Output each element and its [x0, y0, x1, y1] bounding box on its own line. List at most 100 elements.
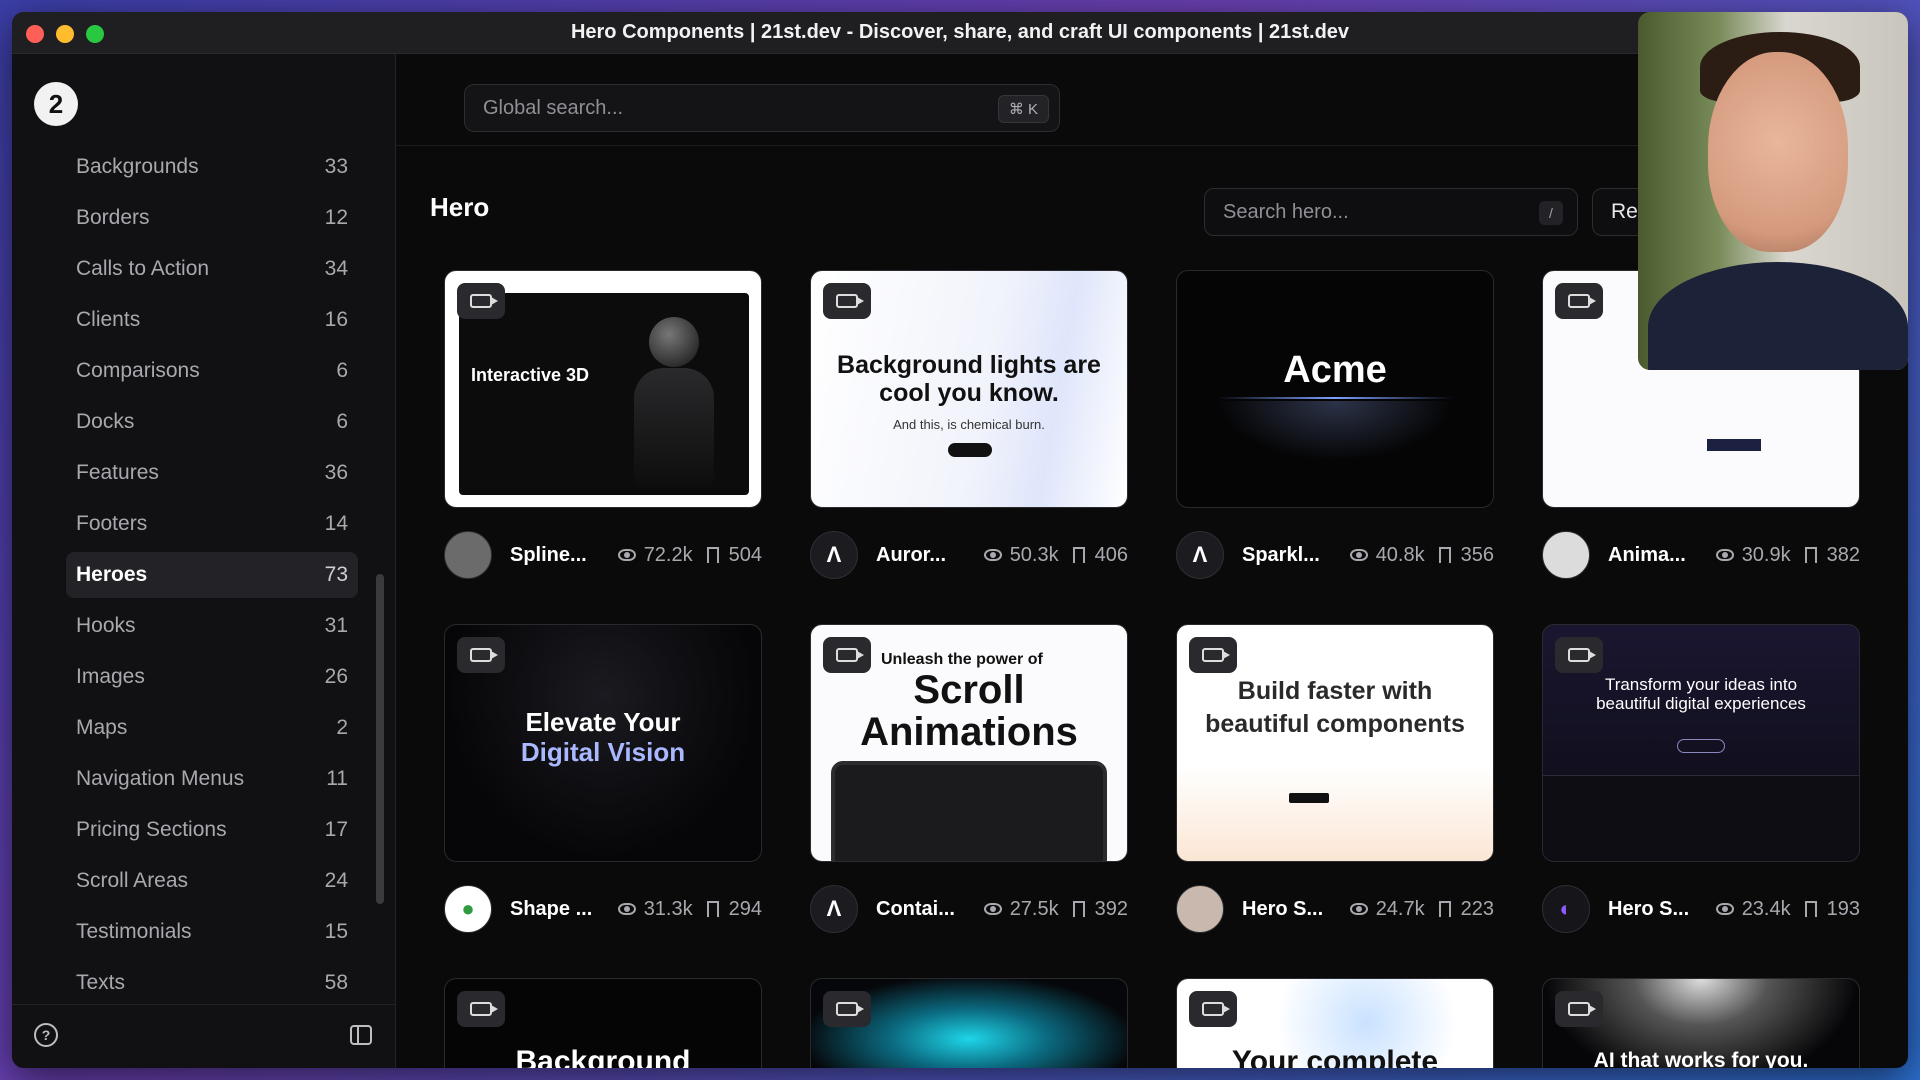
sidebar-item-features[interactable]: Features 36	[66, 450, 358, 496]
close-window-button[interactable]	[26, 25, 44, 43]
component-card[interactable]: Acme Λ Sparkl... 40.8k 356	[1176, 270, 1494, 584]
sidebar-item-scroll-areas[interactable]: Scroll Areas 24	[66, 858, 358, 904]
author-avatar[interactable]	[1176, 885, 1224, 933]
sidebar-item-count: 34	[324, 257, 348, 280]
sidebar-item-calls-to-action[interactable]: Calls to Action 34	[66, 246, 358, 292]
maximize-window-button[interactable]	[86, 25, 104, 43]
card-meta: Hero S... 24.7k 223	[1176, 880, 1494, 938]
sidebar-item-comparisons[interactable]: Comparisons 6	[66, 348, 358, 394]
author-avatar[interactable]: ◐	[1542, 885, 1590, 933]
bookmark-count[interactable]: 223	[1438, 898, 1494, 921]
card-thumbnail[interactable]: Background	[444, 978, 762, 1068]
author-avatar[interactable]: Λ	[1176, 531, 1224, 579]
component-card[interactable]: Your complete	[1176, 978, 1494, 1068]
card-thumbnail[interactable]: Your complete	[1176, 978, 1494, 1068]
sidebar-item-backgrounds[interactable]: Backgrounds 33	[66, 144, 358, 190]
component-card[interactable]: Elevate Your Digital Vision ● Shape ... …	[444, 624, 762, 938]
component-card[interactable]: Background	[444, 978, 762, 1068]
thumb-title: Your complete	[1231, 1045, 1439, 1068]
sidebar-item-label: Maps	[76, 716, 128, 739]
sidebar-item-count: 16	[324, 308, 348, 331]
card-thumbnail[interactable]: Build faster with beautiful components	[1176, 624, 1494, 862]
bookmark-count[interactable]: 193	[1804, 898, 1860, 921]
bookmark-count[interactable]: 294	[706, 898, 762, 921]
bookmark-count[interactable]: 392	[1072, 898, 1128, 921]
bookmark-icon	[1438, 547, 1451, 565]
hero-search-input[interactable]: Search hero... /	[1204, 188, 1578, 236]
component-name[interactable]: Hero S...	[1242, 898, 1336, 921]
card-thumbnail[interactable]: Interactive 3D	[444, 270, 762, 508]
card-meta: ◐ Hero S... 23.4k 193	[1542, 880, 1860, 938]
sidebar-item-borders[interactable]: Borders 12	[66, 195, 358, 241]
component-card[interactable]: Background lights are cool you know. And…	[810, 270, 1128, 584]
minimize-window-button[interactable]	[56, 25, 74, 43]
component-name[interactable]: Auror...	[876, 544, 970, 567]
bookmark-count[interactable]: 504	[706, 544, 762, 567]
sidebar-item-texts[interactable]: Texts 58	[66, 960, 358, 1006]
component-name[interactable]: Shape ...	[510, 898, 604, 921]
author-avatar[interactable]: Λ	[810, 885, 858, 933]
card-meta: Λ Contai... 27.5k 392	[810, 880, 1128, 938]
app-logo[interactable]: 2	[34, 82, 78, 126]
search-shortcut-badge: ⌘ K	[997, 95, 1049, 123]
sidebar-item-hooks[interactable]: Hooks 31	[66, 603, 358, 649]
card-thumbnail[interactable]	[810, 978, 1128, 1068]
toggle-sidebar-icon[interactable]	[350, 1025, 372, 1045]
sidebar-item-navigation-menus[interactable]: Navigation Menus 11	[66, 756, 358, 802]
bookmark-icon	[1072, 901, 1085, 919]
bookmark-icon	[1072, 547, 1085, 565]
global-search-input[interactable]: Global search... ⌘ K	[464, 84, 1060, 132]
sidebar-item-label: Calls to Action	[76, 257, 210, 280]
component-name[interactable]: Hero S...	[1608, 898, 1702, 921]
component-card[interactable]: AI that works for you.	[1542, 978, 1860, 1068]
sidebar-item-heroes[interactable]: Heroes 73	[66, 552, 358, 598]
sidebar-item-label: Backgrounds	[76, 155, 199, 178]
sidebar-item-footers[interactable]: Footers 14	[66, 501, 358, 547]
sidebar-item-clients[interactable]: Clients 16	[66, 297, 358, 343]
component-card[interactable]: Build faster with beautiful components H…	[1176, 624, 1494, 938]
component-card[interactable]: Interactive 3D Spline... 72.2k 504	[444, 270, 762, 584]
sidebar-item-docks[interactable]: Docks 6	[66, 399, 358, 445]
thumb-title: Transform your ideas into beautiful digi…	[1596, 675, 1806, 713]
bookmark-count[interactable]: 356	[1438, 544, 1494, 567]
component-name[interactable]: Anima...	[1608, 544, 1702, 567]
card-thumbnail[interactable]: AI that works for you.	[1542, 978, 1860, 1068]
sidebar-item-images[interactable]: Images 26	[66, 654, 358, 700]
component-name[interactable]: Spline...	[510, 544, 604, 567]
bookmark-icon	[706, 547, 719, 565]
card-thumbnail[interactable]: Elevate Your Digital Vision	[444, 624, 762, 862]
sidebar-item-label: Images	[76, 665, 145, 688]
component-name[interactable]: Sparkl...	[1242, 544, 1336, 567]
eye-icon	[1715, 903, 1734, 915]
thumb-title: Background lights are cool you know.	[837, 351, 1101, 407]
author-avatar[interactable]: ●	[444, 885, 492, 933]
sidebar-item-count: 12	[324, 206, 348, 229]
author-avatar[interactable]	[1542, 531, 1590, 579]
component-card[interactable]: Transform your ideas into beautiful digi…	[1542, 624, 1860, 938]
card-meta: ● Shape ... 31.3k 294	[444, 880, 762, 938]
sidebar-item-count: 17	[324, 818, 348, 841]
component-name[interactable]: Contai...	[876, 898, 970, 921]
card-meta: Anima... 30.9k 382	[1542, 526, 1860, 584]
sidebar-item-label: Pricing Sections	[76, 818, 227, 841]
component-card[interactable]: Unleash the power of Scroll Animations Λ…	[810, 624, 1128, 938]
title-bar: Hero Components | 21st.dev - Discover, s…	[12, 12, 1908, 54]
component-card[interactable]	[810, 978, 1128, 1068]
sidebar-item-maps[interactable]: Maps 2	[66, 705, 358, 751]
sidebar-item-pricing-sections[interactable]: Pricing Sections 17	[66, 807, 358, 853]
sidebar-item-label: Borders	[76, 206, 150, 229]
card-thumbnail[interactable]: Acme	[1176, 270, 1494, 508]
card-thumbnail[interactable]: Background lights are cool you know. And…	[810, 270, 1128, 508]
author-avatar[interactable]	[444, 531, 492, 579]
bookmark-count[interactable]: 406	[1072, 544, 1128, 567]
thumb-title: AI that works for you.	[1593, 1049, 1809, 1068]
sidebar-item-testimonials[interactable]: Testimonials 15	[66, 909, 358, 955]
card-thumbnail[interactable]: Transform your ideas into beautiful digi…	[1542, 624, 1860, 862]
author-avatar[interactable]: Λ	[810, 531, 858, 579]
bookmark-count[interactable]: 382	[1804, 544, 1860, 567]
sidebar: 2 Backgrounds 33 Borders 12 Calls to Actio…	[12, 54, 396, 1068]
card-thumbnail[interactable]: Unleash the power of Scroll Animations	[810, 624, 1128, 862]
sidebar-scrollbar[interactable]	[376, 574, 384, 904]
help-icon[interactable]: ?	[34, 1023, 58, 1047]
webcam-overlay	[1638, 12, 1908, 370]
